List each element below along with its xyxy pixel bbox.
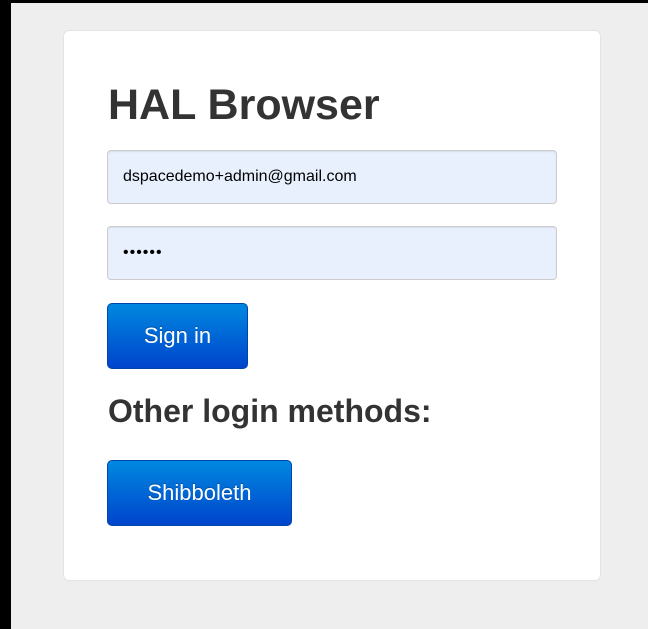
password-field[interactable]: •••••• [107, 226, 557, 280]
sign-in-button[interactable]: Sign in [107, 303, 248, 369]
other-login-methods-heading: Other login methods: [108, 393, 432, 429]
shibboleth-button[interactable]: Shibboleth [107, 460, 292, 526]
login-card: HAL Browser •••••• Sign in Other login m… [63, 30, 601, 581]
page-title: HAL Browser [108, 81, 380, 129]
email-field[interactable] [107, 150, 557, 204]
page-background: HAL Browser •••••• Sign in Other login m… [11, 3, 648, 629]
